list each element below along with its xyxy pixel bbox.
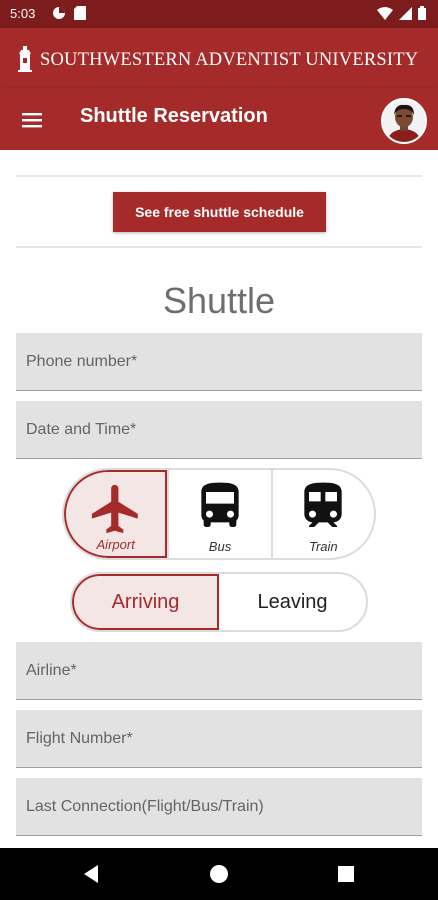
university-tower-logo-icon [18, 46, 32, 72]
sd-card-icon [74, 6, 86, 20]
battery-icon [418, 6, 426, 20]
mode-train-label: Train [309, 539, 338, 554]
recents-icon[interactable] [334, 862, 358, 886]
airline-field[interactable] [16, 642, 422, 700]
home-icon[interactable] [207, 862, 231, 886]
status-system-icons [377, 6, 426, 20]
date-time-input[interactable] [16, 401, 422, 458]
airline-input[interactable] [16, 642, 422, 699]
top-divider [16, 175, 422, 177]
brand-header: SOUTHWESTERN ADVENTIST UNIVERSITY [0, 28, 438, 88]
date-time-field[interactable] [16, 401, 422, 459]
direction-selector: Arriving Leaving [70, 572, 368, 632]
transport-mode-selector: Airport Bus Train [62, 468, 376, 560]
wifi-icon [377, 6, 393, 20]
mode-airport-option[interactable]: Airport [64, 470, 168, 558]
train-icon [304, 482, 342, 527]
mode-airport-label: Airport [96, 537, 135, 552]
airplane-icon [91, 484, 138, 534]
data-saver-icon [53, 7, 65, 19]
last-connection-input[interactable] [16, 778, 422, 835]
mode-bus-option[interactable]: Bus [167, 470, 270, 558]
status-notification-icons [52, 6, 86, 20]
phone-field[interactable] [16, 333, 422, 391]
reservation-form: See free shuttle schedule Shuttle Airpor… [0, 150, 438, 848]
system-navigation-bar [0, 848, 438, 900]
user-avatar[interactable] [381, 98, 427, 144]
phone-input[interactable] [16, 333, 422, 390]
back-icon[interactable] [80, 862, 104, 886]
flight-number-input[interactable] [16, 710, 422, 767]
direction-arriving-option[interactable]: Arriving [72, 574, 219, 630]
app-bar: Shuttle Reservation [0, 88, 438, 150]
mode-bus-label: Bus [208, 539, 232, 554]
direction-leaving-option[interactable]: Leaving [219, 574, 366, 630]
last-connection-field[interactable] [16, 778, 422, 836]
bus-icon [201, 482, 239, 527]
page-title: Shuttle Reservation [80, 105, 268, 127]
profile-photo-icon [383, 100, 425, 142]
flight-number-field[interactable] [16, 710, 422, 768]
shuttle-schedule-button[interactable]: See free shuttle schedule [113, 192, 326, 232]
schedule-divider [16, 246, 422, 248]
mode-train-option[interactable]: Train [270, 470, 374, 558]
signal-icon [399, 6, 412, 20]
status-time: 5:03 [10, 6, 36, 21]
section-title: Shuttle [162, 280, 276, 321]
hamburger-menu-icon[interactable] [20, 108, 44, 132]
status-bar: 5:03 [0, 0, 438, 28]
university-name: SOUTHWESTERN ADVENTIST UNIVERSITY [40, 50, 419, 70]
